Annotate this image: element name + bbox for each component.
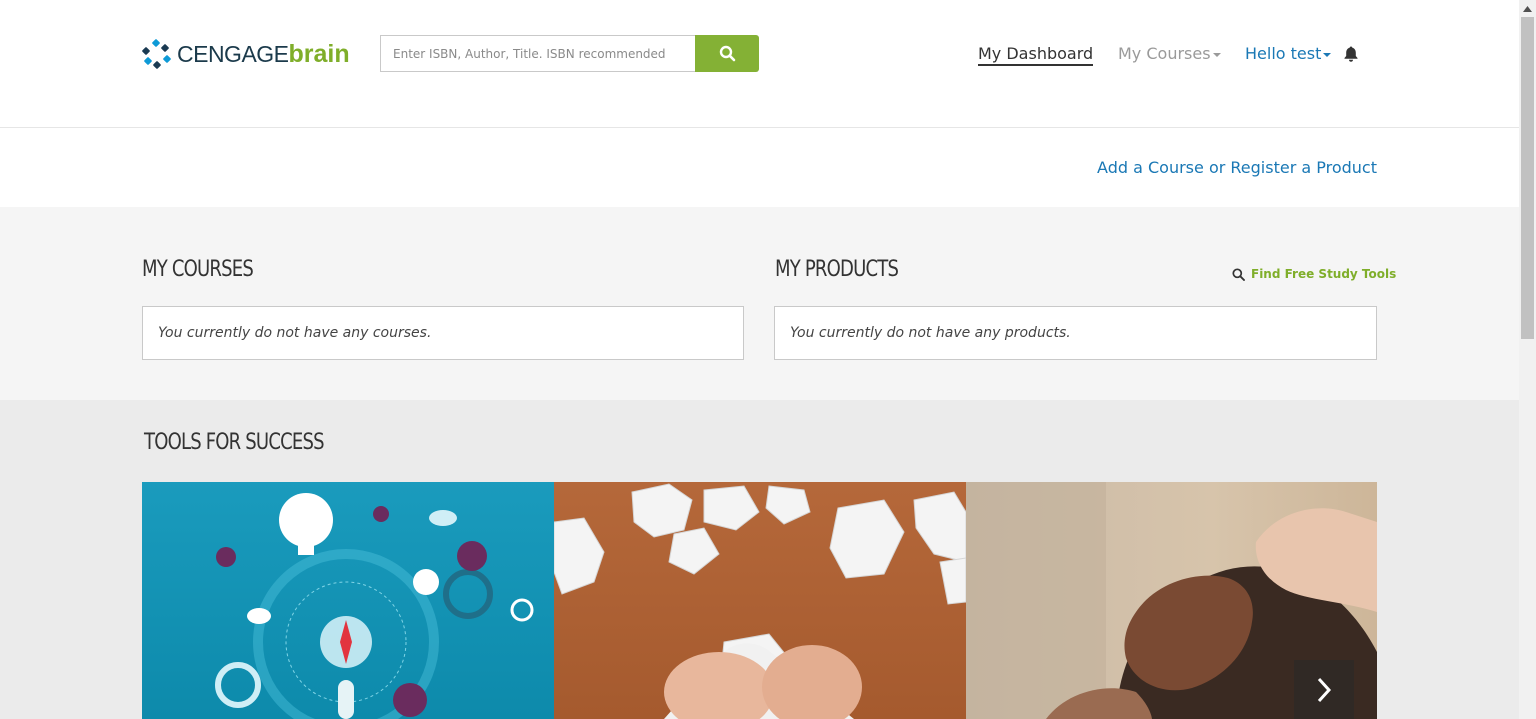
tools-carousel	[142, 482, 1377, 719]
logo-text: CENGAGEbrain	[177, 40, 350, 69]
logo-mark-icon	[141, 38, 172, 70]
cengage-brain-logo[interactable]: CENGAGEbrain	[141, 38, 350, 70]
nav-my-dashboard[interactable]: My Dashboard	[978, 44, 1094, 66]
nav-my-courses-label: My Courses	[1118, 44, 1211, 63]
action-bar: Add a Course or Register a Product	[0, 128, 1519, 207]
nav-user-menu[interactable]: Hello test	[1245, 44, 1332, 66]
find-study-tools-label: Find Free Study Tools	[1251, 267, 1397, 281]
technology-illustration	[215, 493, 534, 719]
search-icon	[1232, 267, 1245, 281]
tools-section: TOOLS FOR SUCCESS	[0, 400, 1519, 719]
crumpled-paper-illustration	[554, 483, 966, 719]
tools-for-success-heading: TOOLS FOR SUCCESS	[144, 430, 325, 455]
add-course-link[interactable]: Add a Course or Register a Product	[1097, 158, 1377, 177]
courses-empty-box: You currently do not have any courses.	[142, 306, 744, 360]
search-input[interactable]	[380, 35, 695, 72]
scroll-up-arrow-icon[interactable]	[1519, 0, 1536, 17]
carousel-next-button[interactable]	[1294, 660, 1354, 719]
my-courses-heading: MY COURSES	[142, 257, 254, 282]
chevron-right-icon	[1317, 677, 1332, 702]
products-empty-message: You currently do not have any products.	[790, 325, 1071, 341]
nav-my-courses[interactable]: My Courses	[1118, 44, 1221, 66]
page: CENGAGEbrain My Dashboard My Courses Hel…	[0, 0, 1519, 719]
nav-user-label: Hello test	[1245, 44, 1322, 63]
courses-empty-message: You currently do not have any courses.	[158, 325, 432, 341]
search-icon	[719, 45, 735, 62]
technology-graphic-tile[interactable]	[142, 482, 554, 719]
site-header: CENGAGEbrain My Dashboard My Courses Hel…	[0, 0, 1519, 128]
crumpled-paper-tile[interactable]	[554, 482, 966, 719]
logo-word-brain: brain	[288, 39, 350, 68]
my-products-heading: MY PRODUCTS	[775, 257, 899, 282]
chevron-down-icon	[1212, 52, 1221, 57]
scrollbar-thumb[interactable]	[1521, 17, 1534, 339]
search-bar	[380, 35, 759, 72]
logo-word-cengage: CENGAGE	[177, 40, 289, 67]
products-empty-box: You currently do not have any products.	[774, 306, 1377, 360]
chevron-down-icon	[1323, 52, 1332, 57]
find-study-tools-link[interactable]: Find Free Study Tools	[1232, 267, 1396, 281]
search-button[interactable]	[695, 35, 759, 72]
vertical-scrollbar[interactable]	[1519, 0, 1536, 719]
bell-icon[interactable]	[1342, 45, 1360, 63]
dashboard-section: MY COURSES MY PRODUCTS Find Free Study T…	[0, 207, 1519, 400]
